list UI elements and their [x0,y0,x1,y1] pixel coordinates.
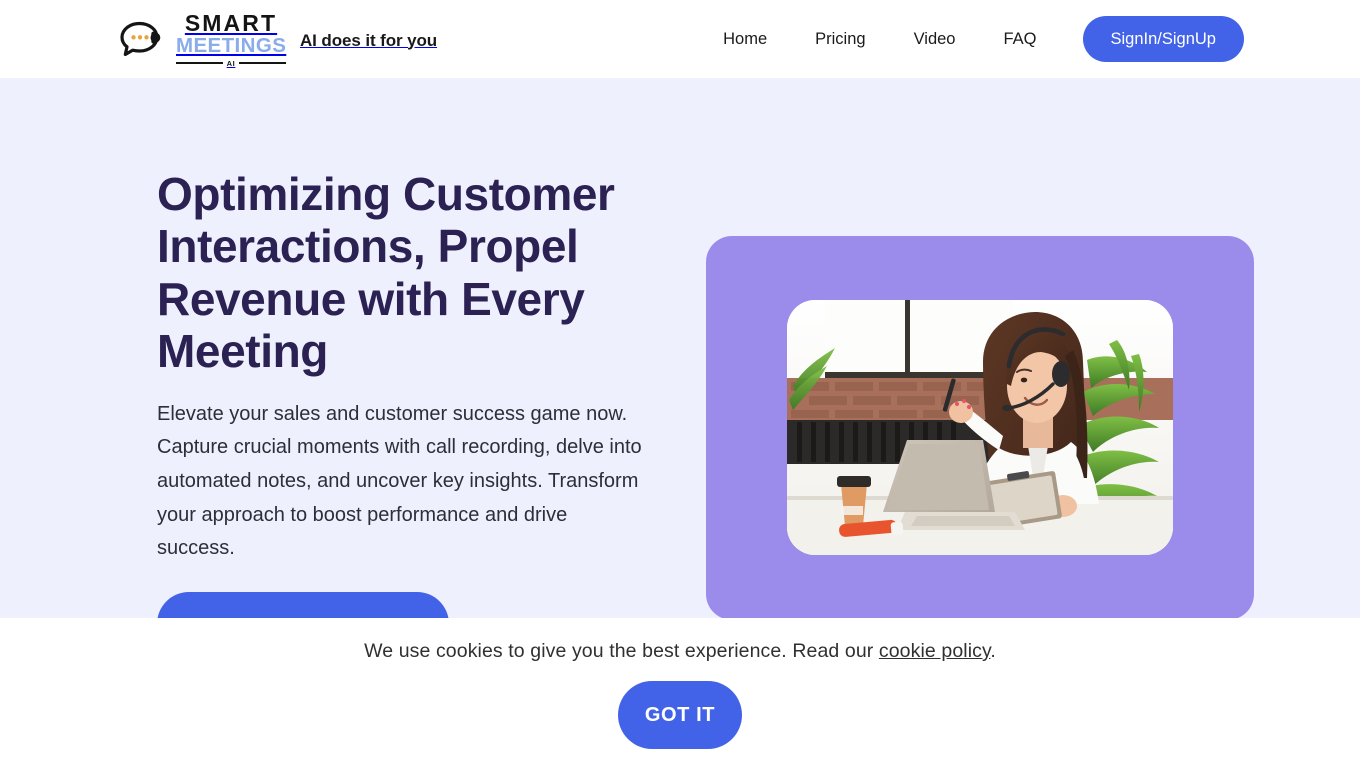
speech-bubble-headset-icon [120,21,161,56]
hero-subtitle: Elevate your sales and customer success … [157,402,642,560]
main-navigation: Home Pricing Video FAQ SignIn/SignUp [699,0,1244,78]
signin-signup-button[interactable]: SignIn/SignUp [1082,16,1244,62]
hero-photo [787,300,1173,555]
woman-with-headset-at-laptop-illustration [787,300,1173,555]
cookie-accept-button[interactable]: GOT IT [618,681,742,749]
cookie-message: We use cookies to give you the best expe… [364,640,996,663]
logo-rule-right [239,62,287,65]
hero-copy-block: Optimizing Customer Interactions, Propel… [157,168,657,656]
nav-item-home[interactable]: Home [699,30,791,49]
logo-ai-divider: AI [176,58,287,68]
page-root: SMART MEETINGS AI AI does it for you Hom… [0,0,1360,764]
hero-section: Optimizing Customer Interactions, Propel… [0,78,1360,656]
logo-rule-left [176,62,223,65]
nav-item-faq[interactable]: FAQ [979,30,1060,49]
hero-image-card [706,236,1254,620]
logo-smart-text: SMART [184,10,278,36]
brand-tagline: AI does it for you [300,30,438,50]
logo-wordmark: SMART MEETINGS AI [176,10,287,68]
cookie-policy-link[interactable]: cookie policy [879,640,991,662]
cookie-message-text: We use cookies to give you the best expe… [364,640,879,662]
logo-meetings-text: MEETINGS [176,34,287,57]
nav-item-video[interactable]: Video [890,30,980,49]
logo-ai-text: AI [226,58,236,68]
cookie-message-tail: . [990,640,996,662]
nav-item-pricing[interactable]: Pricing [791,30,889,49]
brand-logo-link[interactable]: SMART MEETINGS AI AI does it for you [118,12,437,67]
cookie-consent-banner: We use cookies to give you the best expe… [0,618,1360,764]
site-header: SMART MEETINGS AI AI does it for you Hom… [0,0,1360,78]
hero-title: Optimizing Customer Interactions, Propel… [157,168,615,378]
